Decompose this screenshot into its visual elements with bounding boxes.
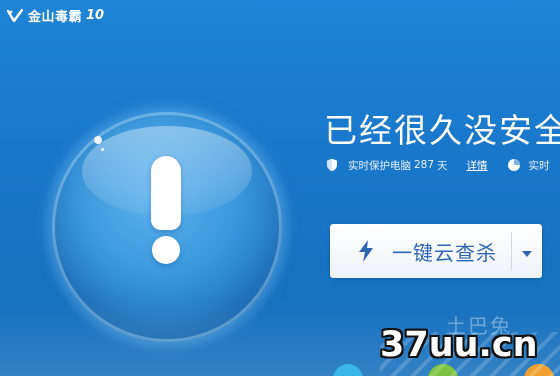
lightning-bolt-icon — [357, 240, 375, 262]
orb-sparkle-small — [101, 148, 104, 151]
protect-days: 287 — [414, 159, 435, 171]
scan-button-label: 一键云查杀 — [392, 240, 497, 265]
title-bar: 金山毒霸 10 — [0, 0, 560, 30]
protection-info-row: 实时保护电脑 287 天 详情 实时 — [326, 155, 560, 175]
exclamation-warning-icon — [151, 156, 181, 230]
realtime-label: 实时 — [528, 159, 550, 172]
duba-logo-icon — [6, 8, 24, 24]
dial-icon — [507, 158, 521, 172]
shield-icon — [326, 158, 340, 172]
scan-button-main[interactable]: 一键云查杀 — [330, 224, 511, 278]
exclamation-dot-icon — [152, 236, 180, 264]
status-headline: 已经很久没安全 — [324, 111, 560, 150]
details-link[interactable]: 详情 — [467, 158, 488, 173]
app-version: 10 — [86, 7, 105, 23]
caret-down-icon — [522, 242, 532, 261]
app-window: 金山毒霸 10 已经很久没安全 实时保护电脑 287 天 详情 实时 一键云查杀… — [0, 0, 560, 376]
watermark-site: 37uu.cn — [380, 325, 538, 365]
orb-sparkle — [94, 136, 102, 144]
days-unit: 天 — [437, 159, 448, 172]
protect-label: 实时保护电脑 — [348, 159, 411, 172]
app-name: 金山毒霸 — [28, 9, 83, 25]
one-click-scan-button[interactable]: 一键云查杀 — [330, 224, 542, 278]
scan-dropdown-button[interactable] — [512, 224, 542, 278]
